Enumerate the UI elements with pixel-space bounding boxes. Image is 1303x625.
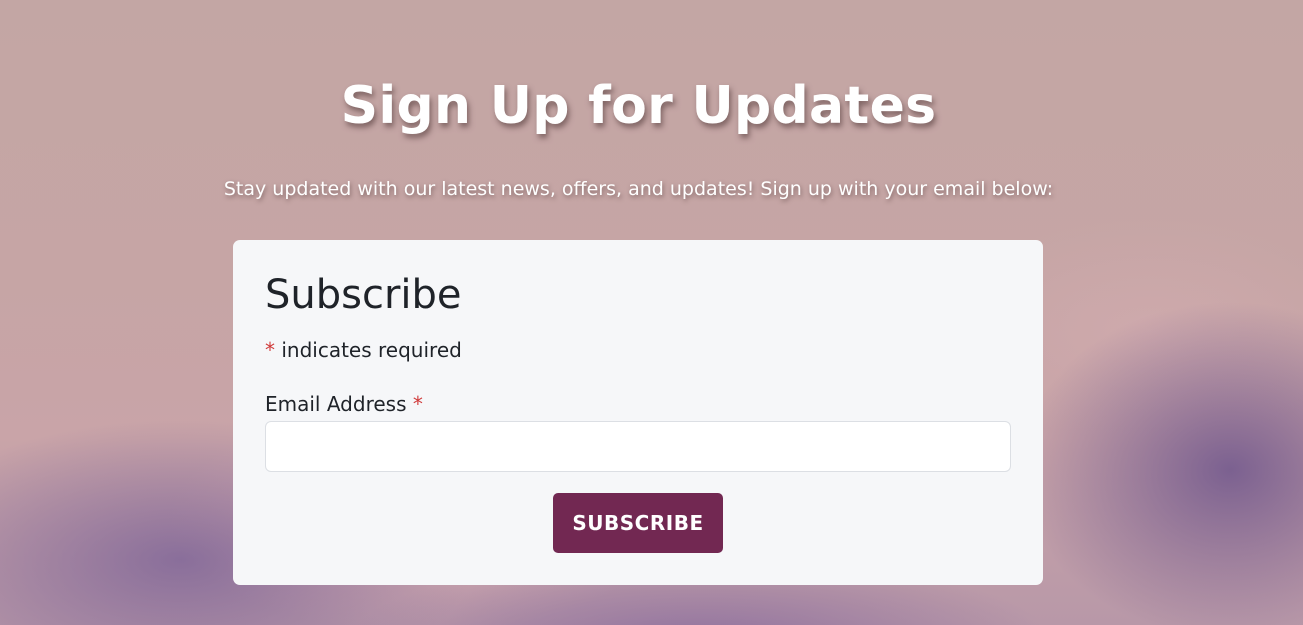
required-asterisk: * bbox=[265, 338, 275, 362]
email-required-asterisk: * bbox=[412, 392, 423, 416]
page-subtitle: Stay updated with our latest news, offer… bbox=[223, 178, 1054, 200]
subscribe-button[interactable]: SUBSCRIBE bbox=[553, 493, 723, 553]
required-note-text: indicates required bbox=[275, 338, 462, 362]
email-field[interactable] bbox=[265, 421, 1011, 472]
page-title: Sign Up for Updates bbox=[340, 76, 937, 136]
required-indicator-note: * indicates required bbox=[265, 338, 462, 362]
subscribe-form-card: Subscribe * indicates required Email Add… bbox=[233, 240, 1043, 585]
email-field-label: Email Address * bbox=[265, 392, 423, 416]
email-label-text: Email Address bbox=[265, 392, 407, 416]
form-title: Subscribe bbox=[265, 272, 462, 318]
